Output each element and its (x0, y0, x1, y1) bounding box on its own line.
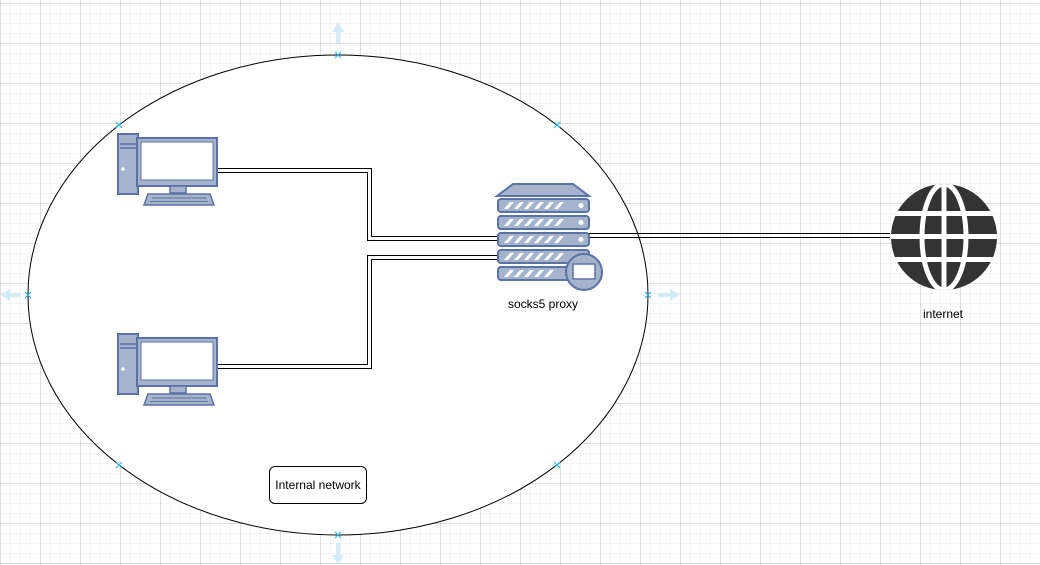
desktop-computer-icon[interactable] (117, 333, 218, 406)
proxy-label: socks5 proxy (507, 297, 579, 311)
internet-label: internet (922, 307, 964, 321)
globe-icon[interactable] (889, 182, 999, 292)
proxy-server-icon[interactable] (494, 183, 603, 291)
desktop-computer-icon[interactable] (117, 133, 218, 206)
diagram-canvas (0, 22, 999, 565)
internal-network-label[interactable]: Internal network (269, 466, 367, 504)
